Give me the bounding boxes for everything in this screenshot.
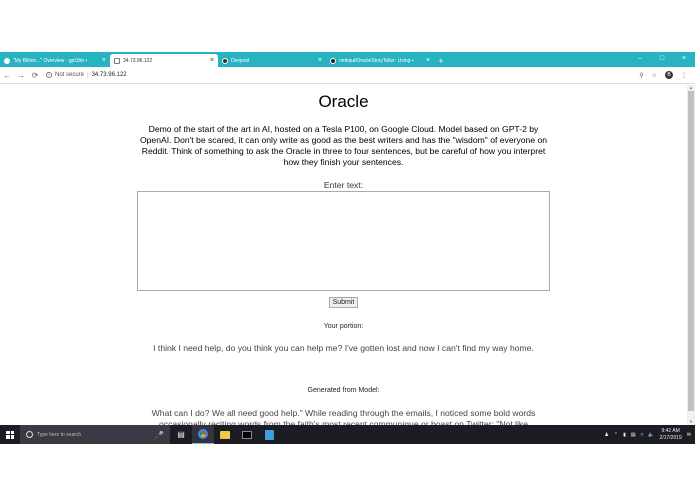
tab-bar: "My Billion..." Overview - gpt1hb • × 34… [0, 52, 695, 67]
chrome-taskbar-icon[interactable] [192, 425, 214, 444]
top-blank-area [0, 0, 695, 52]
divider: | [87, 72, 89, 78]
tab-oracle[interactable]: 34.73.96.122 × [110, 54, 218, 67]
tab-title: nmkqui/OracleStoryTeller: Using • [339, 57, 414, 64]
tab-title: Devpost [231, 57, 250, 64]
taskbar-search[interactable]: Type here to search 🎤 [20, 425, 170, 444]
app-taskbar-icon[interactable] [258, 425, 280, 444]
tab-overview[interactable]: "My Billion..." Overview - gpt1hb • × [0, 54, 110, 67]
tab-close-icon[interactable]: × [102, 57, 106, 64]
clock-time: 9:42 AM [661, 427, 680, 434]
maximize-icon[interactable]: □ [651, 52, 673, 65]
tab-devpost[interactable]: Devpost × [218, 54, 326, 67]
security-label: Not secure [55, 72, 85, 78]
volume-icon[interactable]: 🔈 [648, 432, 654, 438]
portion-heading: Your portion: [323, 323, 364, 330]
back-icon[interactable]: ← [0, 71, 14, 80]
zoom-icon[interactable]: ⚲ [639, 72, 643, 79]
input-label: Enter text: [323, 180, 364, 190]
address-bar: ← → ⟳ i Not secure | 34.73.96.122 ⚲ ☆ B … [0, 67, 695, 84]
text-input[interactable] [137, 191, 550, 291]
page-favicon-icon [114, 57, 120, 64]
battery-icon[interactable]: ▮ [623, 432, 626, 438]
page-description: Demo of the start of the art in AI, host… [139, 124, 548, 167]
page-title: Oracle [318, 92, 369, 111]
page-content: Oracle Demo of the start of the art in A… [0, 85, 687, 425]
tray-chevron-icon[interactable]: ⌃ [614, 432, 618, 438]
network-icon[interactable]: ▤ [631, 432, 636, 438]
omnibox[interactable]: i Not secure | 34.73.96.122 [46, 72, 639, 78]
devpost-favicon-icon [222, 57, 228, 64]
bookmark-star-icon[interactable]: ☆ [652, 72, 657, 79]
toolbar-actions: ⚲ ☆ B ⋮ [639, 71, 687, 79]
github-favicon-icon [330, 57, 336, 64]
page-scrollbar[interactable]: ▲ ▼ [687, 85, 695, 425]
tab-favicon-icon [4, 57, 10, 64]
generated-text: What can I do? We all need good help." W… [151, 408, 536, 425]
search-placeholder: Type here to search [37, 431, 82, 438]
tab-title: "My Billion..." Overview - gpt1hb • [13, 57, 88, 64]
tab-close-icon[interactable]: × [426, 57, 430, 64]
notification-icon[interactable]: ✉ [687, 432, 691, 438]
submit-button[interactable]: Submit [328, 297, 359, 308]
reload-icon[interactable]: ⟳ [28, 71, 42, 80]
cortana-icon [26, 431, 33, 438]
bottom-blank-area [0, 444, 695, 494]
window-controls: – □ × [629, 52, 695, 65]
file-explorer-icon[interactable] [214, 425, 236, 444]
profile-avatar[interactable]: B [665, 71, 673, 79]
close-window-icon[interactable]: × [673, 52, 695, 65]
clock[interactable]: 9:42 AM 2/17/2019 [660, 428, 682, 442]
clock-date: 2/17/2019 [659, 434, 682, 441]
wifi-icon[interactable]: ≈ [641, 432, 644, 438]
minimize-icon[interactable]: – [629, 52, 651, 65]
info-icon[interactable]: i [46, 72, 52, 78]
forward-icon[interactable]: → [14, 71, 28, 80]
new-tab-button[interactable]: + [434, 54, 448, 67]
tab-close-icon[interactable]: × [318, 57, 322, 64]
scrollbar-thumb[interactable] [688, 91, 694, 411]
task-view-icon[interactable]: ▤ [170, 425, 192, 444]
windows-taskbar: Type here to search 🎤 ▤ ♟ ⌃ ▮ ▤ ≈ 🔈 9:42… [0, 425, 695, 444]
generated-heading: Generated from Model: [307, 387, 380, 394]
microphone-icon[interactable]: 🎤 [155, 431, 164, 439]
tab-github[interactable]: nmkqui/OracleStoryTeller: Using • × [326, 54, 434, 67]
menu-icon[interactable]: ⋮ [681, 72, 687, 79]
start-button[interactable] [0, 425, 20, 444]
people-icon[interactable]: ♟ [604, 432, 608, 438]
terminal-icon[interactable] [236, 425, 258, 444]
portion-text: I think I need help, do you think you ca… [153, 343, 534, 353]
tab-close-icon[interactable]: × [210, 57, 214, 64]
windows-logo-icon [6, 430, 14, 439]
system-tray: ♟ ⌃ ▮ ▤ ≈ 🔈 9:42 AM 2/17/2019 ✉ [604, 428, 695, 442]
url-text[interactable]: 34.73.96.122 [92, 72, 127, 78]
tab-title: 34.73.96.122 [123, 57, 153, 64]
